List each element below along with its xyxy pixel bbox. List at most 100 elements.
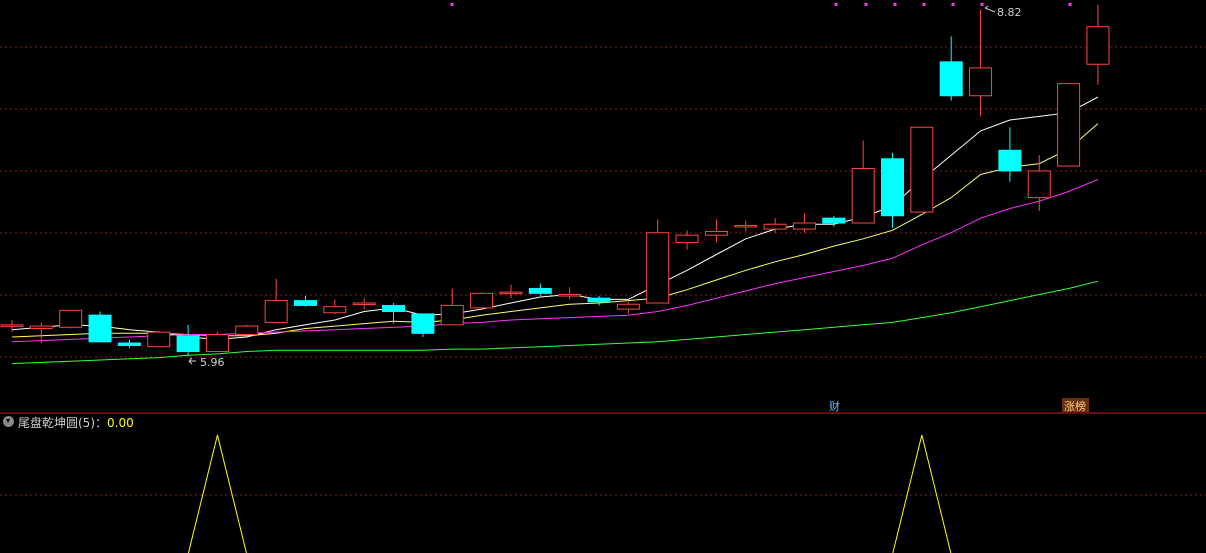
candle-body (822, 217, 846, 224)
candle (616, 301, 640, 314)
moving-average-lines (11, 96, 1099, 365)
candle (939, 36, 963, 101)
candle-body (1086, 26, 1110, 65)
candle (822, 215, 846, 227)
candle-body (205, 334, 229, 353)
candle (881, 152, 904, 228)
low-price-arrow (188, 357, 196, 365)
candle-body (528, 287, 552, 294)
signal-dot (1068, 3, 1072, 6)
candle (675, 230, 699, 250)
candle-body (675, 234, 699, 243)
candle (352, 298, 376, 310)
candle (470, 292, 494, 311)
candle (792, 213, 816, 233)
candle-body (587, 297, 611, 303)
candle (734, 220, 758, 232)
candle-body (851, 167, 875, 224)
price-chart[interactable]: 5.96 8.82 财 涨榜 (0, 0, 1206, 553)
candle-body (88, 314, 112, 343)
candle-body (558, 294, 582, 297)
ma-line (11, 96, 1099, 340)
candle-body (881, 158, 904, 217)
candle (323, 299, 347, 314)
indicator-title-row: 尾盘乾坤圆(5)：0.00 (18, 416, 134, 430)
candle (59, 309, 83, 329)
candle-body (1057, 83, 1081, 167)
candle-body (352, 302, 376, 306)
candle-body (294, 300, 317, 306)
candle-body (29, 325, 53, 329)
signal-dot (450, 3, 454, 6)
ma-line (11, 178, 1099, 343)
signal-dot (864, 3, 868, 6)
candle (235, 324, 259, 336)
candle-body (939, 61, 963, 97)
candle (704, 219, 728, 243)
signal-dot (834, 3, 838, 6)
candle (117, 339, 141, 348)
indicator-menu-icon[interactable] (3, 416, 14, 427)
candle (264, 278, 288, 323)
candle (558, 287, 582, 300)
candle-body (704, 231, 728, 236)
candle-body (235, 325, 259, 336)
candle-body (1027, 170, 1051, 199)
candle (147, 330, 171, 348)
signal-dot (893, 3, 897, 6)
grid-lines (0, 46, 1206, 496)
candle-body (734, 224, 758, 228)
candle (587, 295, 611, 306)
candle-body (499, 291, 523, 295)
candle (205, 332, 229, 353)
candle-body (763, 223, 787, 230)
candle-body (59, 309, 83, 328)
candle (1086, 4, 1110, 85)
candle-body (969, 67, 993, 97)
candle-body (176, 335, 200, 353)
candle (910, 126, 934, 213)
candle (969, 9, 993, 117)
candle-body (0, 324, 24, 327)
candle-body (440, 304, 464, 326)
candle (382, 303, 406, 324)
signal-dot (922, 3, 926, 6)
candle-body (792, 222, 816, 230)
candle (176, 324, 200, 357)
candle (763, 218, 787, 233)
ma-line (11, 123, 1099, 338)
candle (499, 284, 523, 299)
event-tag-zhangbang[interactable]: 涨榜 (1064, 399, 1086, 413)
candle-body (616, 303, 640, 310)
candle (88, 311, 112, 343)
candlesticks (0, 4, 1110, 357)
candle-body (382, 304, 406, 313)
indicator-line (187, 434, 952, 553)
indicator-peak (892, 434, 952, 553)
candle (294, 295, 317, 307)
candle (0, 320, 24, 333)
candle (646, 219, 670, 304)
low-price-label: 5.96 (200, 356, 225, 369)
candle-body (147, 331, 171, 348)
ma-line (11, 280, 1099, 365)
high-price-arrow (984, 5, 996, 13)
candle-body (323, 306, 347, 314)
top-signal-dots (450, 3, 1072, 6)
candle-body (910, 126, 934, 213)
signal-dot (951, 3, 955, 6)
candle (440, 288, 464, 326)
candle (411, 313, 435, 337)
event-tag-cai[interactable]: 财 (829, 399, 840, 413)
indicator-peak (187, 434, 247, 553)
indicator-title[interactable]: 尾盘乾坤圆(5) (18, 416, 95, 430)
candle-body (470, 292, 494, 309)
candle (851, 140, 875, 224)
low-price-marker: 5.96 (188, 356, 225, 369)
candle-body (998, 149, 1022, 172)
indicator-value: 0.00 (107, 416, 134, 430)
candle-body (411, 313, 435, 334)
candle (528, 283, 552, 296)
high-price-label: 8.82 (997, 6, 1022, 19)
candle (998, 127, 1022, 182)
